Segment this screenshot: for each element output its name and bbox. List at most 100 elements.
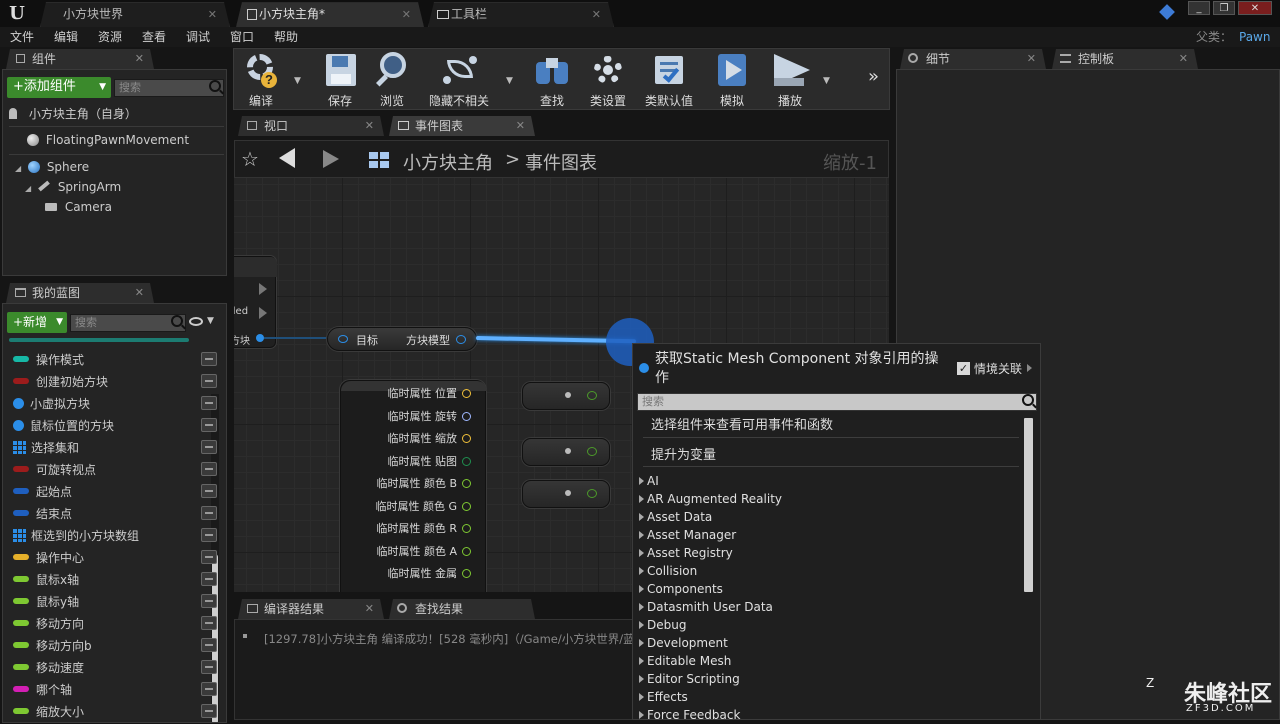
exec-pin-icon[interactable]: [259, 283, 267, 295]
menu-view[interactable]: 查看: [142, 27, 166, 47]
play-button[interactable]: 播放: [766, 52, 814, 108]
action-category[interactable]: Editor Scripting: [639, 670, 740, 688]
close-window-button[interactable]: ✕: [1238, 1, 1272, 15]
breadcrumb-leaf[interactable]: 事件图表: [525, 149, 597, 175]
menu-help[interactable]: 帮助: [274, 27, 298, 47]
component-item[interactable]: ◢ SpringArm: [25, 177, 121, 197]
visibility-toggle-icon[interactable]: [201, 374, 217, 388]
close-icon[interactable]: ✕: [365, 116, 374, 136]
eye-icon[interactable]: [189, 317, 203, 326]
tab-compiler-results[interactable]: 编译器结果 ✕: [238, 599, 384, 619]
action-category[interactable]: AI: [639, 472, 659, 490]
struct-pin-icon[interactable]: [462, 501, 471, 511]
struct-pin-icon[interactable]: [462, 456, 471, 466]
variable-item[interactable]: 操作中心: [13, 547, 217, 569]
visibility-toggle-icon[interactable]: [201, 594, 217, 608]
struct-pin[interactable]: 临时属性 颜色 B: [376, 475, 471, 493]
struct-pin[interactable]: 临时属性 颜色 A: [376, 543, 471, 561]
visibility-toggle-icon[interactable]: [201, 440, 217, 454]
class-defaults-button[interactable]: 类默认值: [642, 52, 696, 108]
forward-arrow-icon[interactable]: [323, 150, 339, 168]
struct-pin[interactable]: 临时属性 金属: [388, 565, 471, 583]
struct-pin[interactable]: 临时属性 颜色 R: [376, 520, 471, 538]
promote-to-variable-item[interactable]: 提升为变量: [651, 444, 716, 463]
close-icon[interactable]: ✕: [208, 3, 217, 26]
breadcrumb-root[interactable]: 小方块主角: [403, 149, 493, 175]
struct-pin[interactable]: 临时属性 颜色 G: [375, 498, 471, 516]
back-arrow-icon[interactable]: [279, 148, 295, 168]
visibility-toggle-icon[interactable]: [201, 506, 217, 520]
action-category[interactable]: AR Augmented Reality: [639, 490, 782, 508]
tab-toolbar[interactable]: 工具栏 ✕: [428, 2, 614, 27]
action-category[interactable]: Editable Mesh: [639, 652, 731, 670]
action-category[interactable]: Datasmith User Data: [639, 598, 773, 616]
tab-viewport[interactable]: 视口 ✕: [238, 116, 384, 136]
variable-item[interactable]: 起始点: [13, 481, 217, 503]
context-search-input[interactable]: 搜索: [637, 393, 1037, 411]
parent-class-link[interactable]: Pawn: [1239, 27, 1270, 47]
menu-debug[interactable]: 调试: [186, 27, 210, 47]
menu-edit[interactable]: 编辑: [54, 27, 78, 47]
visibility-toggle-icon[interactable]: [201, 682, 217, 696]
component-item[interactable]: ◢ Sphere: [15, 157, 89, 177]
struct-pin-icon[interactable]: [462, 411, 471, 421]
object-pin-icon[interactable]: [256, 334, 264, 342]
struct-pin[interactable]: 临时属性 贴图: [388, 453, 471, 471]
struct-pin-icon[interactable]: [462, 389, 471, 398]
variable-item[interactable]: 鼠标y轴: [13, 591, 217, 613]
star-icon[interactable]: ☆: [241, 147, 259, 171]
action-category[interactable]: Debug: [639, 616, 686, 634]
unreal-logo-icon[interactable]: U: [6, 3, 28, 25]
context-sensitive-checkbox[interactable]: ✓: [957, 362, 970, 375]
variable-item[interactable]: 小虚拟方块: [13, 393, 217, 415]
visibility-toggle-icon[interactable]: [201, 550, 217, 564]
play-options-dropdown[interactable]: ▼: [823, 76, 830, 86]
component-root-item[interactable]: 小方块主角（自身）: [9, 104, 224, 124]
close-icon[interactable]: ✕: [135, 49, 144, 69]
variable-item[interactable]: 结束点: [13, 503, 217, 525]
tab-event-graph[interactable]: 事件图表 ✕: [389, 116, 535, 136]
context-scrollbar-thumb[interactable]: [1024, 418, 1033, 592]
variable-item[interactable]: 移动速度: [13, 657, 217, 679]
visibility-toggle-icon[interactable]: [201, 396, 217, 410]
expand-arrow-icon[interactable]: ◢: [15, 164, 21, 173]
blueprint-search-input[interactable]: 搜索: [70, 314, 186, 332]
tab-blueprint[interactable]: 小方块主角* ✕: [236, 2, 424, 27]
action-category[interactable]: Collision: [639, 562, 697, 580]
visibility-toggle-icon[interactable]: [201, 462, 217, 476]
exec-pin-icon[interactable]: [259, 307, 267, 319]
visibility-toggle-icon[interactable]: [201, 704, 217, 718]
small-node[interactable]: [522, 438, 610, 466]
variable-item[interactable]: 哪个轴: [13, 679, 217, 701]
variable-item[interactable]: 操作模式: [13, 349, 217, 371]
close-icon[interactable]: ✕: [365, 599, 374, 619]
output-pin-icon[interactable]: [456, 335, 466, 344]
visibility-toggle-icon[interactable]: [201, 572, 217, 586]
variable-item[interactable]: 鼠标位置的方块: [13, 415, 217, 437]
component-item[interactable]: Camera: [45, 197, 112, 217]
variable-item[interactable]: 框选到的小方块数组: [13, 525, 217, 547]
action-category[interactable]: Asset Registry: [639, 544, 733, 562]
struct-pin-icon[interactable]: [462, 546, 471, 556]
find-button[interactable]: 查找: [530, 52, 574, 108]
simulate-button[interactable]: 模拟: [710, 52, 754, 108]
tab-my-blueprint[interactable]: 我的蓝图 ✕: [6, 283, 154, 303]
save-button[interactable]: 保存: [318, 52, 362, 108]
action-category[interactable]: Force Feedback: [639, 706, 740, 724]
close-icon[interactable]: ✕: [516, 116, 525, 136]
small-node[interactable]: [522, 382, 610, 410]
struct-pin-icon[interactable]: [462, 479, 471, 488]
visibility-toggle-icon[interactable]: [201, 638, 217, 652]
menu-asset[interactable]: 资源: [98, 27, 122, 47]
class-settings-button[interactable]: 类设置: [586, 52, 630, 108]
visibility-toggle-icon[interactable]: [201, 484, 217, 498]
action-category[interactable]: Development: [639, 634, 728, 652]
tab-details[interactable]: 细节 ✕: [900, 49, 1046, 69]
struct-pin-icon[interactable]: [462, 524, 471, 533]
close-icon[interactable]: ✕: [1027, 49, 1036, 69]
close-icon[interactable]: ✕: [135, 283, 144, 303]
small-node[interactable]: [522, 480, 610, 508]
action-category[interactable]: Asset Manager: [639, 526, 736, 544]
components-search-input[interactable]: 搜索: [114, 79, 224, 97]
chevron-down-icon[interactable]: ▼: [207, 316, 214, 326]
